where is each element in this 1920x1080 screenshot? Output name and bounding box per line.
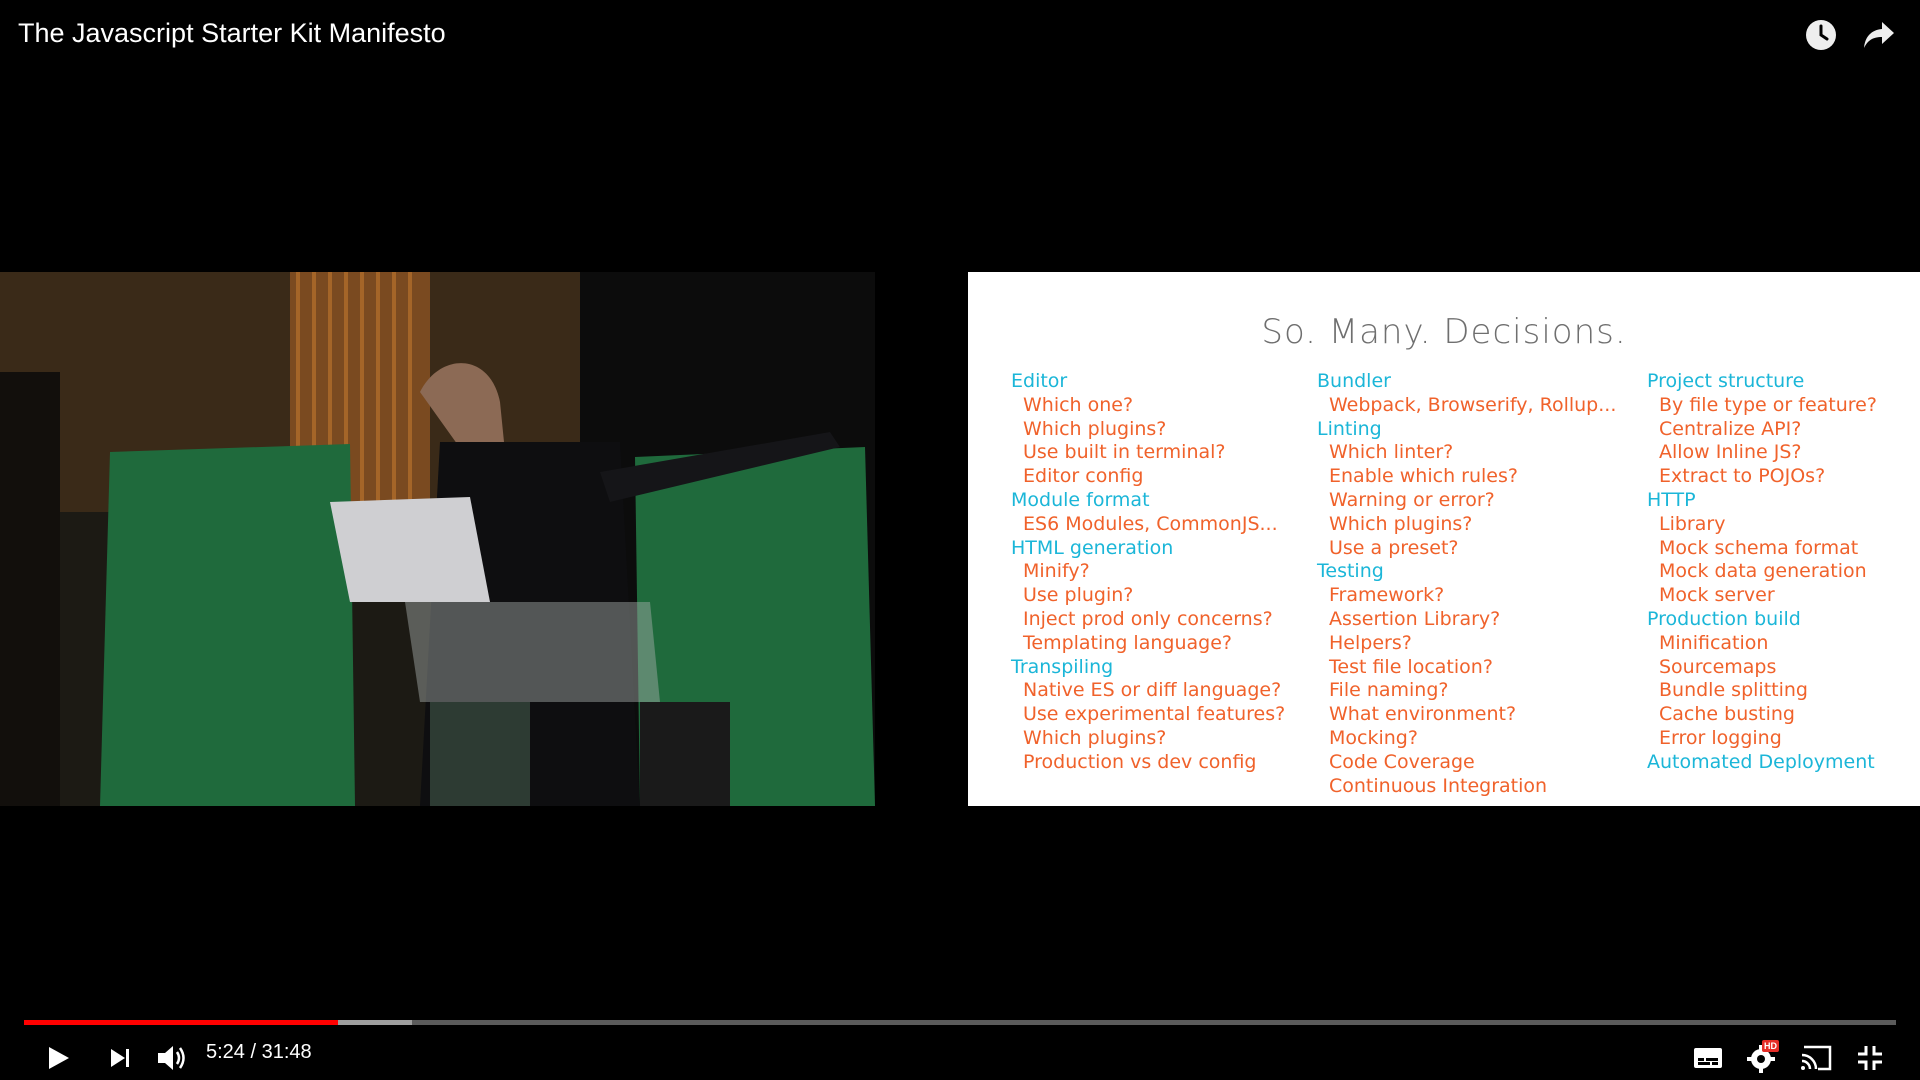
exit-fullscreen-button[interactable] (1850, 1038, 1890, 1078)
slide-list-item: File naming? (1329, 679, 1449, 702)
slide-list-item: Mock data generation (1659, 560, 1867, 583)
slide-list-item: Use plugin? (1023, 584, 1134, 607)
slide-section-heading: Editor (1011, 370, 1068, 392)
slide-list-item: Which one? (1023, 393, 1134, 416)
slide-list-item: Use built in terminal? (1023, 441, 1226, 464)
slide-list-item: Which plugins? (1023, 726, 1167, 749)
share-icon[interactable] (1862, 18, 1896, 52)
video-frame[interactable]: So. Many. Decisions. Editor Which one? Whi… (0, 272, 1920, 806)
slide-list-item: Minification (1659, 631, 1769, 654)
cast-icon (1801, 1045, 1832, 1071)
slide-list-item: Bundle splitting (1659, 679, 1808, 702)
captions-button[interactable] (1688, 1038, 1728, 1078)
slide-list-item: Native ES or diff language? (1023, 679, 1282, 702)
slide-list-item: Library (1659, 512, 1726, 535)
captions-icon (1694, 1048, 1722, 1068)
slide-section-heading: Automated Deployment (1647, 750, 1875, 773)
slide-list-item: Test file location? (1329, 655, 1493, 678)
next-button[interactable] (100, 1038, 140, 1078)
time-separator: / (244, 1041, 262, 1063)
total-time: 31:48 (261, 1041, 312, 1063)
slide-list-item: Code Coverage (1329, 750, 1475, 773)
slide-section-heading: Production build (1647, 607, 1801, 630)
volume-icon (158, 1046, 185, 1070)
time-display: 5:24 / 31:48 (206, 1041, 312, 1064)
slide-list-item: Inject prod only concerns? (1023, 607, 1273, 630)
slide-list-item: ES6 Modules, CommonJS... (1023, 512, 1278, 535)
play-button[interactable] (38, 1038, 78, 1078)
slide-list-item: Error logging (1659, 726, 1782, 749)
slide-section-heading: Testing (1317, 560, 1384, 583)
slide-list-item: Extract to POJOs? (1659, 465, 1826, 488)
volume-button[interactable] (152, 1038, 192, 1078)
slide-list-item: By file type or feature? (1659, 393, 1877, 416)
slide-list-item: Enable which rules? (1329, 465, 1518, 488)
speaker-camera-view (0, 272, 875, 806)
slide-list-item: Allow Inline JS? (1659, 441, 1802, 464)
play-icon (49, 1047, 69, 1069)
slide-list-item: Warning or error? (1329, 488, 1495, 511)
slide-list-item: Centralize API? (1659, 417, 1802, 440)
slide-section-heading: Transpiling (1011, 655, 1114, 678)
slide-column-2: Bundler Webpack, Browserify, Rollup... Lin… (1317, 370, 1616, 798)
slide-list-item: Minify? (1023, 560, 1090, 583)
slide-list-item: Mocking? (1329, 726, 1418, 749)
slide-list-item: Use experimental features? (1023, 703, 1286, 726)
slide-list-item: Templating language? (1023, 631, 1232, 654)
slide-list-item: Webpack, Browserify, Rollup... (1329, 393, 1617, 416)
slide-list-item: Mock schema format (1659, 536, 1859, 559)
slide-list-item: Assertion Library? (1329, 607, 1501, 630)
slide-list-item: Which linter? (1329, 441, 1454, 464)
settings-button[interactable]: HD (1742, 1038, 1782, 1078)
slide-list-item: Continuous Integration (1329, 774, 1548, 797)
slide-section-heading: Module format (1011, 488, 1150, 511)
clock-icon[interactable] (1804, 18, 1838, 52)
slide-column-3: Project structure By file type or feature… (1647, 370, 1877, 775)
next-icon (111, 1049, 129, 1067)
slide-list-item: Cache busting (1659, 703, 1795, 726)
slide-list-item: Which plugins? (1329, 512, 1473, 535)
slide-column-1: Editor Which one? Which plugins? Use built … (1011, 370, 1285, 775)
slide-section-heading: Bundler (1317, 370, 1391, 392)
slide-section-heading: Project structure (1647, 370, 1805, 392)
current-time: 5:24 (206, 1041, 245, 1063)
progress-bar[interactable] (24, 1020, 1896, 1025)
slide-list-item: What environment? (1329, 703, 1517, 726)
slide-list-item: Framework? (1329, 584, 1445, 607)
slide-list-item: Editor config (1023, 465, 1144, 488)
slide-title: So. Many. Decisions. (1261, 312, 1627, 352)
slide-list-item: Sourcemaps (1659, 655, 1777, 678)
slide-list-item: Which plugins? (1023, 417, 1167, 440)
presentation-slide: So. Many. Decisions. Editor Which one? Whi… (968, 272, 1920, 806)
cast-button[interactable] (1796, 1038, 1836, 1078)
slide-section-heading: HTTP (1647, 488, 1696, 511)
hd-badge: HD (1762, 1040, 1779, 1052)
video-title[interactable]: The Javascript Starter Kit Manifesto (18, 18, 446, 49)
slide-list-item: Helpers? (1329, 631, 1412, 654)
slide-section-heading: HTML generation (1011, 536, 1174, 559)
slide-list-item: Production vs dev config (1023, 750, 1257, 773)
slide-list-item: Mock server (1659, 584, 1775, 607)
slide-list-item: Use a preset? (1329, 536, 1459, 559)
slide-section-heading: Linting (1317, 417, 1382, 440)
exit-fullscreen-icon (1858, 1046, 1882, 1070)
progress-played (24, 1020, 339, 1025)
top-actions (1804, 18, 1896, 52)
